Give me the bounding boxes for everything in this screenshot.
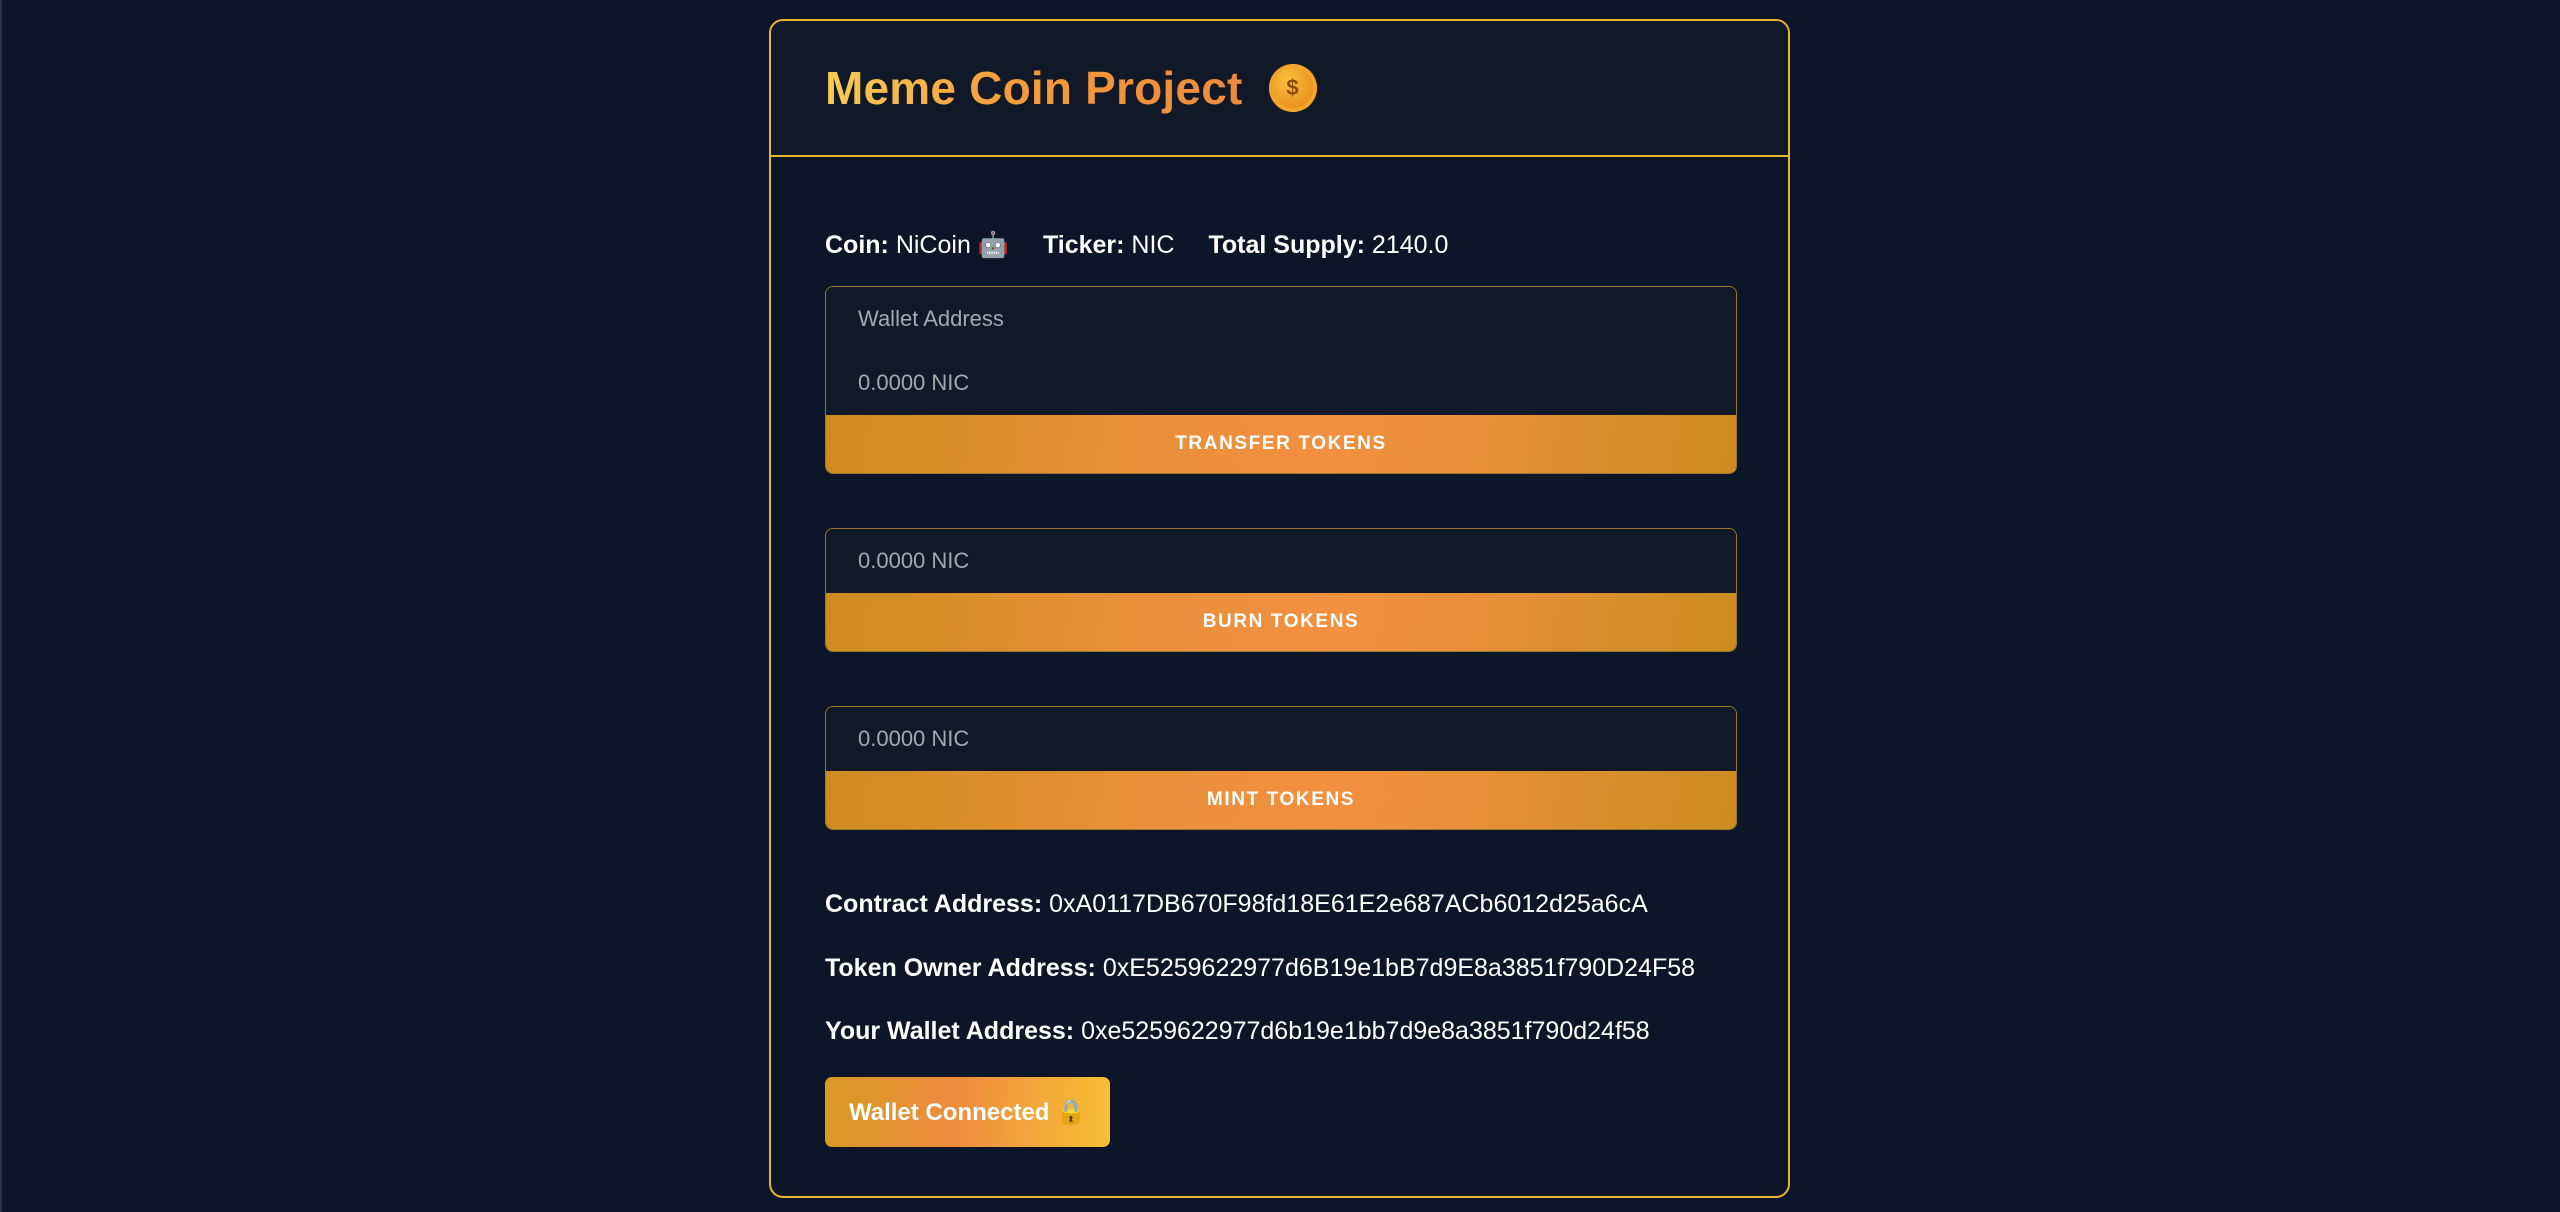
wallet-address-value: 0xe5259622977d6b19e1bb7d9e8a3851f790d24f…	[1081, 1017, 1650, 1045]
burn-tokens-button[interactable]: BURN TOKENS	[826, 593, 1736, 651]
mint-amount-input[interactable]	[858, 726, 1736, 752]
transfer-amount-field[interactable]	[826, 351, 1736, 415]
coin-info: Coin: NiCoin 🤖	[825, 231, 1009, 260]
wallet-address-field[interactable]	[826, 287, 1736, 351]
meme-coin-card: Meme Coin Project $ Coin: NiCoin 🤖 Ticke…	[769, 19, 1790, 1198]
mint-form: MINT TOKENS	[825, 706, 1737, 830]
ticker-label: Ticker:	[1042, 231, 1125, 259]
owner-address-label: Token Owner Address:	[825, 954, 1096, 982]
burn-amount-field[interactable]	[826, 529, 1736, 593]
owner-address-row: Token Owner Address: 0xE5259622977d6B19e…	[825, 954, 1695, 983]
contract-address-row: Contract Address: 0xA0117DB670F98fd18E61…	[825, 890, 1648, 919]
ticker-value: NIC	[1131, 231, 1175, 259]
contract-address-value: 0xA0117DB670F98fd18E61E2e687ACb6012d25a6…	[1049, 890, 1648, 918]
supply-label: Total Supply:	[1208, 231, 1365, 259]
coin-value: NiCoin 🤖	[895, 231, 1009, 259]
transfer-amount-input[interactable]	[858, 370, 1736, 396]
dollar-coin-icon: $	[1268, 64, 1317, 112]
ticker-info: Ticker: NIC	[1043, 231, 1175, 260]
contract-address-label: Contract Address:	[825, 890, 1043, 918]
window-edge	[0, 0, 2, 1212]
burn-form: BURN TOKENS	[825, 528, 1737, 652]
wallet-address-row: Your Wallet Address: 0xe5259622977d6b19e…	[825, 1017, 1650, 1046]
page-title: Meme Coin Project	[825, 62, 1243, 114]
transfer-tokens-button[interactable]: TRANSFER TOKENS	[826, 415, 1736, 473]
wallet-address-label: Your Wallet Address:	[825, 1017, 1075, 1045]
burn-amount-input[interactable]	[858, 548, 1736, 574]
page: Meme Coin Project $ Coin: NiCoin 🤖 Ticke…	[0, 0, 2560, 1212]
wallet-address-input[interactable]	[858, 306, 1736, 332]
supply-info: Total Supply: 2140.0	[1208, 231, 1448, 260]
transfer-form: TRANSFER TOKENS	[825, 286, 1737, 474]
mint-tokens-button[interactable]: MINT TOKENS	[826, 771, 1736, 829]
card-header: Meme Coin Project $	[771, 21, 1788, 157]
wallet-connected-button[interactable]: Wallet Connected 🔒	[825, 1077, 1110, 1147]
token-info-row: Coin: NiCoin 🤖 Ticker: NIC Total Supply:…	[825, 231, 1448, 260]
owner-address-value: 0xE5259622977d6B19e1bB7d9E8a3851f790D24F…	[1102, 954, 1696, 982]
supply-value: 2140.0	[1371, 231, 1449, 259]
coin-label: Coin:	[825, 231, 889, 259]
mint-amount-field[interactable]	[826, 707, 1736, 771]
